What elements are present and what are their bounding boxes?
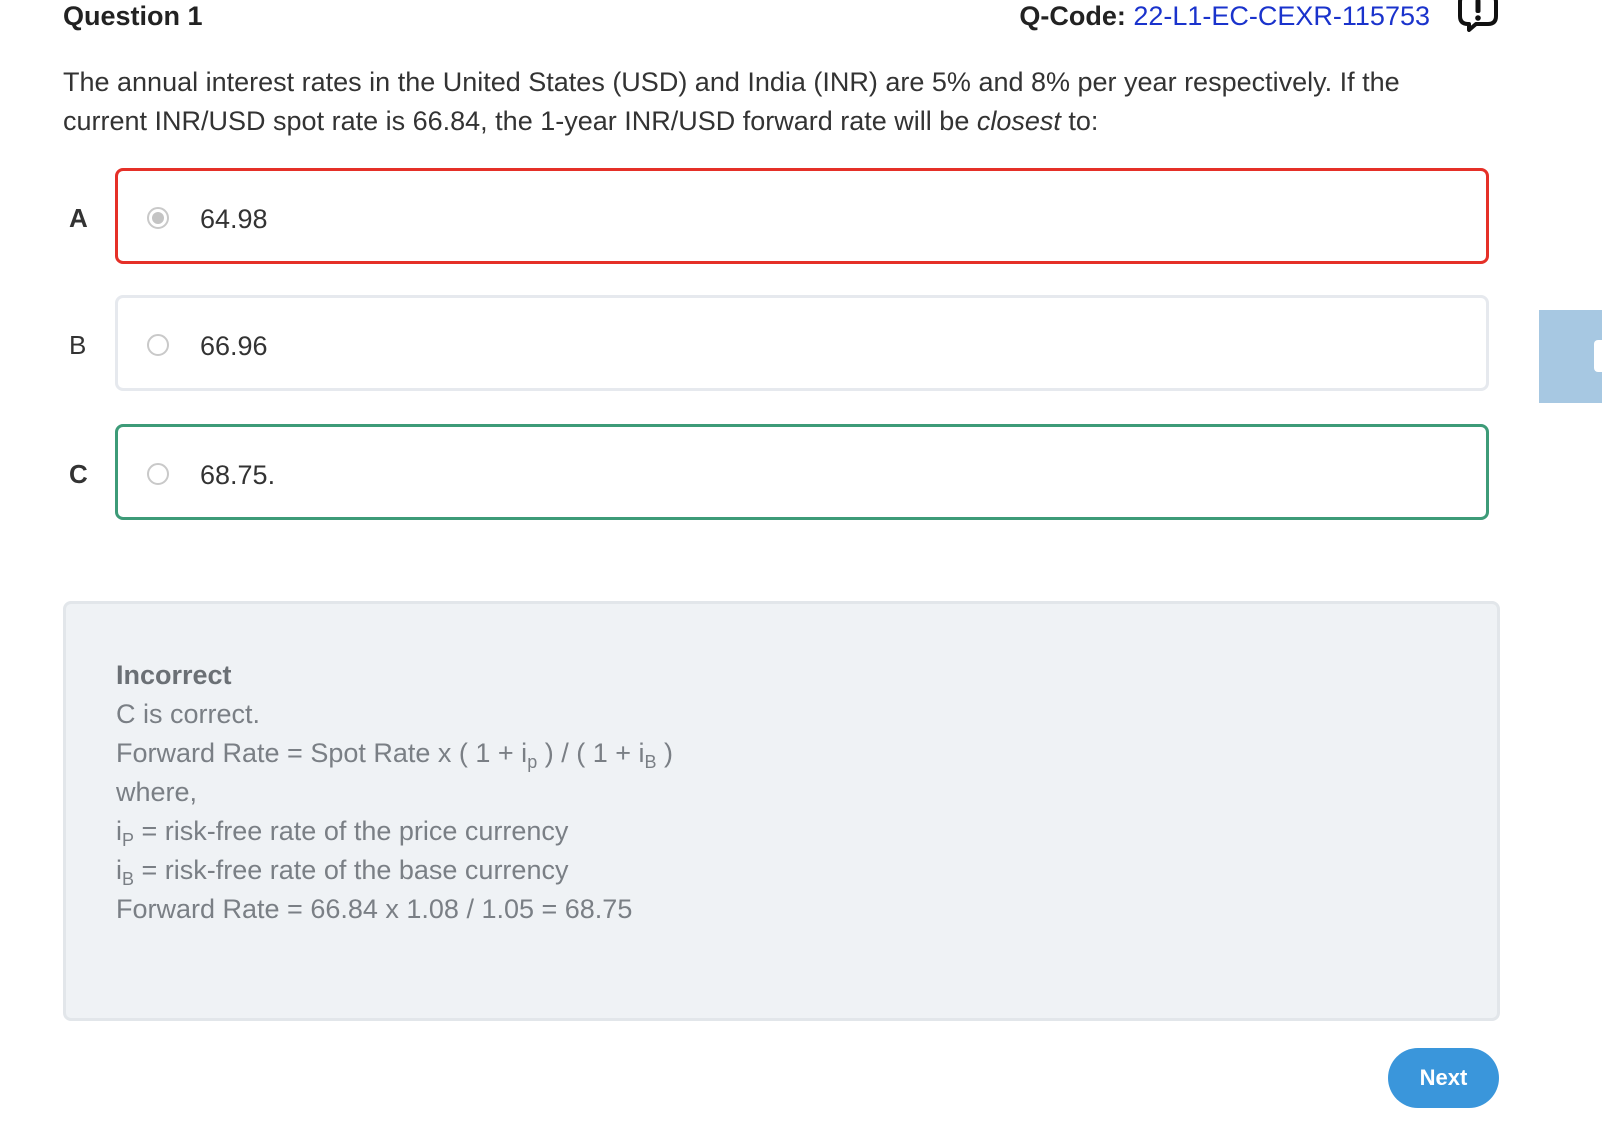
question-text-start: The annual interest rates in the United … [63,67,1400,136]
question-text-end: to: [1060,106,1099,136]
option-b-radio[interactable] [147,334,169,356]
option-c-text: 68.75. [200,460,276,490]
ip-definition: iP = risk-free rate of the price currenc… [116,812,1447,851]
side-feedback-tab[interactable] [1539,310,1602,403]
result-status: Incorrect [116,660,232,690]
correct-answer-line: C is correct. [116,699,261,729]
answer-explanation: Incorrect C is correct. Forward Rate = S… [63,601,1500,1021]
option-a-text: 64.98 [200,204,268,234]
ib-definition: iB = risk-free rate of the base currency [116,851,1447,890]
question-page: Question 1 Q-Code: 22-L1-EC-CEXR-115753 … [0,0,1602,1146]
qcode-label: Q-Code: [1019,1,1126,31]
option-a-row: A 64.98 [63,168,1495,268]
option-c-row: C 68.75. [63,424,1495,524]
next-button[interactable]: Next [1388,1048,1499,1108]
formula-prefix: Forward Rate = Spot Rate x ( 1 + i [116,738,528,768]
option-c-correct[interactable]: 68.75. [115,424,1489,520]
option-a-incorrect[interactable]: 64.98 [115,168,1489,264]
side-tab-icon [1594,340,1602,372]
option-b-text: 66.96 [200,331,268,361]
option-a-radio[interactable] [147,207,169,229]
exclamation-icon[interactable] [1456,0,1500,32]
ip-definition-text: = risk-free rate of the price currency [134,816,569,846]
option-b-letter: B [69,330,87,360]
formula-suffix: ) [656,738,673,768]
option-c-letter: C [69,459,88,489]
calculation-line: Forward Rate = 66.84 x 1.08 / 1.05 = 68.… [116,894,633,924]
question-code: Q-Code: 22-L1-EC-CEXR-115753 [1019,0,1430,32]
question-header: Question 1 Q-Code: 22-L1-EC-CEXR-115753 [63,0,1500,40]
formula-line: Forward Rate = Spot Rate x ( 1 + ip ) / … [116,734,1447,773]
ip-subscript: P [122,830,135,850]
option-b[interactable]: 66.96 [115,295,1489,391]
ib-subscript: B [122,869,135,889]
question-text-emphasis: closest [976,106,1061,136]
where-line: where, [116,777,198,807]
option-c-radio[interactable] [147,463,169,485]
question-text: The annual interest rates in the United … [63,63,1483,141]
formula-middle: ) / ( 1 + i [537,738,645,768]
ib-definition-text: = risk-free rate of the base currency [134,855,569,885]
option-a-letter: A [69,203,88,233]
option-b-row: B 66.96 [63,295,1495,395]
qcode-value[interactable]: 22-L1-EC-CEXR-115753 [1133,1,1430,31]
formula-sub-b: B [644,752,657,772]
question-number: Question 1 [63,1,203,31]
formula-sub-p: p [527,752,538,772]
